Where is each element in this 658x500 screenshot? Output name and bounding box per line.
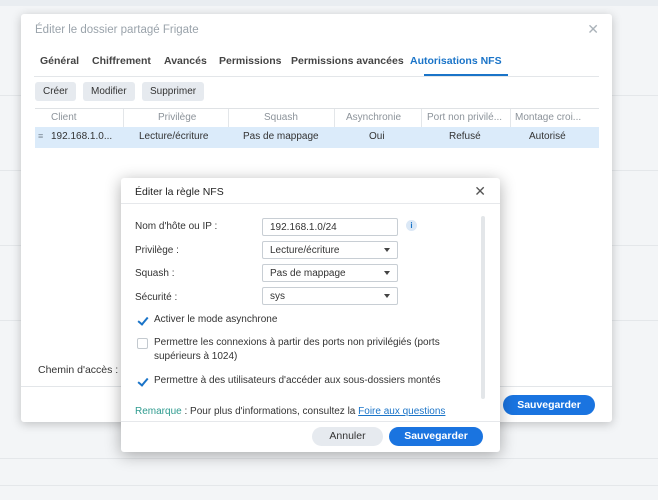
tab-nfs-permissions[interactable]: Autorisations NFS xyxy=(410,55,502,67)
cell-squash: Pas de mappage xyxy=(243,131,319,142)
chevron-down-icon xyxy=(384,294,390,298)
info-icon[interactable]: i xyxy=(406,220,417,231)
window-save-button[interactable]: Sauvegarder xyxy=(503,395,595,415)
tab-permissions[interactable]: Permissions xyxy=(219,55,281,67)
privilege-select[interactable]: Lecture/écriture xyxy=(262,241,398,259)
remark-key: Remarque xyxy=(135,406,182,417)
column-header-squash[interactable]: Squash xyxy=(264,112,344,123)
host-value: 192.168.1.0/24 xyxy=(270,222,337,233)
window-title: Éditer le dossier partagé Frigate xyxy=(35,24,199,36)
unprivileged-ports-option-label: Permettre les connexions à partir des po… xyxy=(154,337,440,362)
delete-button[interactable]: Supprimer xyxy=(142,82,205,101)
cell-privilege: Lecture/écriture xyxy=(139,131,209,142)
table-row[interactable]: ≡ 192.168.1.0... Lecture/écriture Pas de… xyxy=(35,127,599,148)
path-label: Chemin d'accès : / xyxy=(38,364,125,376)
privilege-value: Lecture/écriture xyxy=(270,245,340,256)
drag-handle-icon[interactable]: ≡ xyxy=(38,131,43,141)
dialog-footer-divider xyxy=(121,421,500,422)
close-icon[interactable]: ✕ xyxy=(474,183,486,200)
tab-advanced[interactable]: Avancés xyxy=(164,55,207,67)
create-button[interactable]: Créer xyxy=(35,82,77,101)
async-option-label: Activer le mode asynchrone xyxy=(154,314,278,325)
cell-unprivileged-port: Refusé xyxy=(449,131,481,142)
security-select[interactable]: sys xyxy=(262,287,398,305)
tab-advanced-permissions[interactable]: Permissions avancées xyxy=(291,55,404,67)
cancel-button[interactable]: Annuler xyxy=(312,427,383,446)
squash-select[interactable]: Pas de mappage xyxy=(262,264,398,282)
tab-encryption[interactable]: Chiffrement xyxy=(92,55,151,67)
security-value: sys xyxy=(270,291,285,302)
column-separator xyxy=(334,109,335,127)
cell-async: Oui xyxy=(369,131,385,142)
table-header: Client Privilège Squash Asynchronie Port… xyxy=(35,108,599,128)
column-header-unprivileged-port[interactable]: Port non privilé... xyxy=(427,112,509,123)
chevron-down-icon xyxy=(384,271,390,275)
security-label: Sécurité : xyxy=(135,292,178,303)
nfs-rules-table: Client Privilège Squash Asynchronie Port… xyxy=(35,108,599,148)
submount-access-checkbox[interactable] xyxy=(137,376,148,387)
column-separator xyxy=(123,109,124,127)
cell-client: 192.168.1.0... xyxy=(51,131,113,142)
scrollbar[interactable] xyxy=(481,216,485,399)
tab-bar: Général Chiffrement Avancés Permissions … xyxy=(34,54,599,77)
background-divider xyxy=(0,458,658,459)
host-label: Nom d'hôte ou IP : xyxy=(135,221,218,232)
tab-general[interactable]: Général xyxy=(40,55,79,67)
background-top-strip xyxy=(0,0,658,6)
column-separator xyxy=(510,109,511,127)
column-header-async[interactable]: Asynchronie xyxy=(346,112,426,123)
dialog-divider xyxy=(121,203,500,204)
column-header-privilege[interactable]: Privilège xyxy=(158,112,228,123)
squash-label: Squash : xyxy=(135,268,175,279)
host-input[interactable]: 192.168.1.0/24 xyxy=(262,218,398,236)
cell-cross-mount: Autorisé xyxy=(529,131,566,142)
faq-link[interactable]: Foire aux questions xyxy=(358,406,445,417)
privilege-label: Privilège : xyxy=(135,245,179,256)
async-checkbox[interactable] xyxy=(137,315,148,326)
remark-text: : Pour plus d'informations, consultez la xyxy=(181,406,359,417)
column-separator xyxy=(228,109,229,127)
background-divider xyxy=(0,485,658,486)
chevron-down-icon xyxy=(384,248,390,252)
dialog-title: Éditer la règle NFS xyxy=(135,186,224,198)
save-button[interactable]: Sauvegarder xyxy=(389,427,483,446)
unprivileged-ports-checkbox[interactable] xyxy=(137,338,148,349)
active-tab-indicator xyxy=(424,74,508,76)
column-header-cross-mount[interactable]: Montage croi... xyxy=(515,112,597,123)
edit-nfs-rule-dialog: Éditer la règle NFS ✕ Nom d'hôte ou IP :… xyxy=(121,178,500,452)
remark-note: Remarque : Pour plus d'informations, con… xyxy=(135,406,445,417)
submount-access-option-label: Permettre à des utilisateurs d'accéder a… xyxy=(154,375,441,386)
column-separator xyxy=(421,109,422,127)
edit-button[interactable]: Modifier xyxy=(83,82,135,101)
close-icon[interactable]: ✕ xyxy=(587,21,599,38)
column-header-client[interactable]: Client xyxy=(51,112,121,123)
squash-value: Pas de mappage xyxy=(270,268,346,279)
